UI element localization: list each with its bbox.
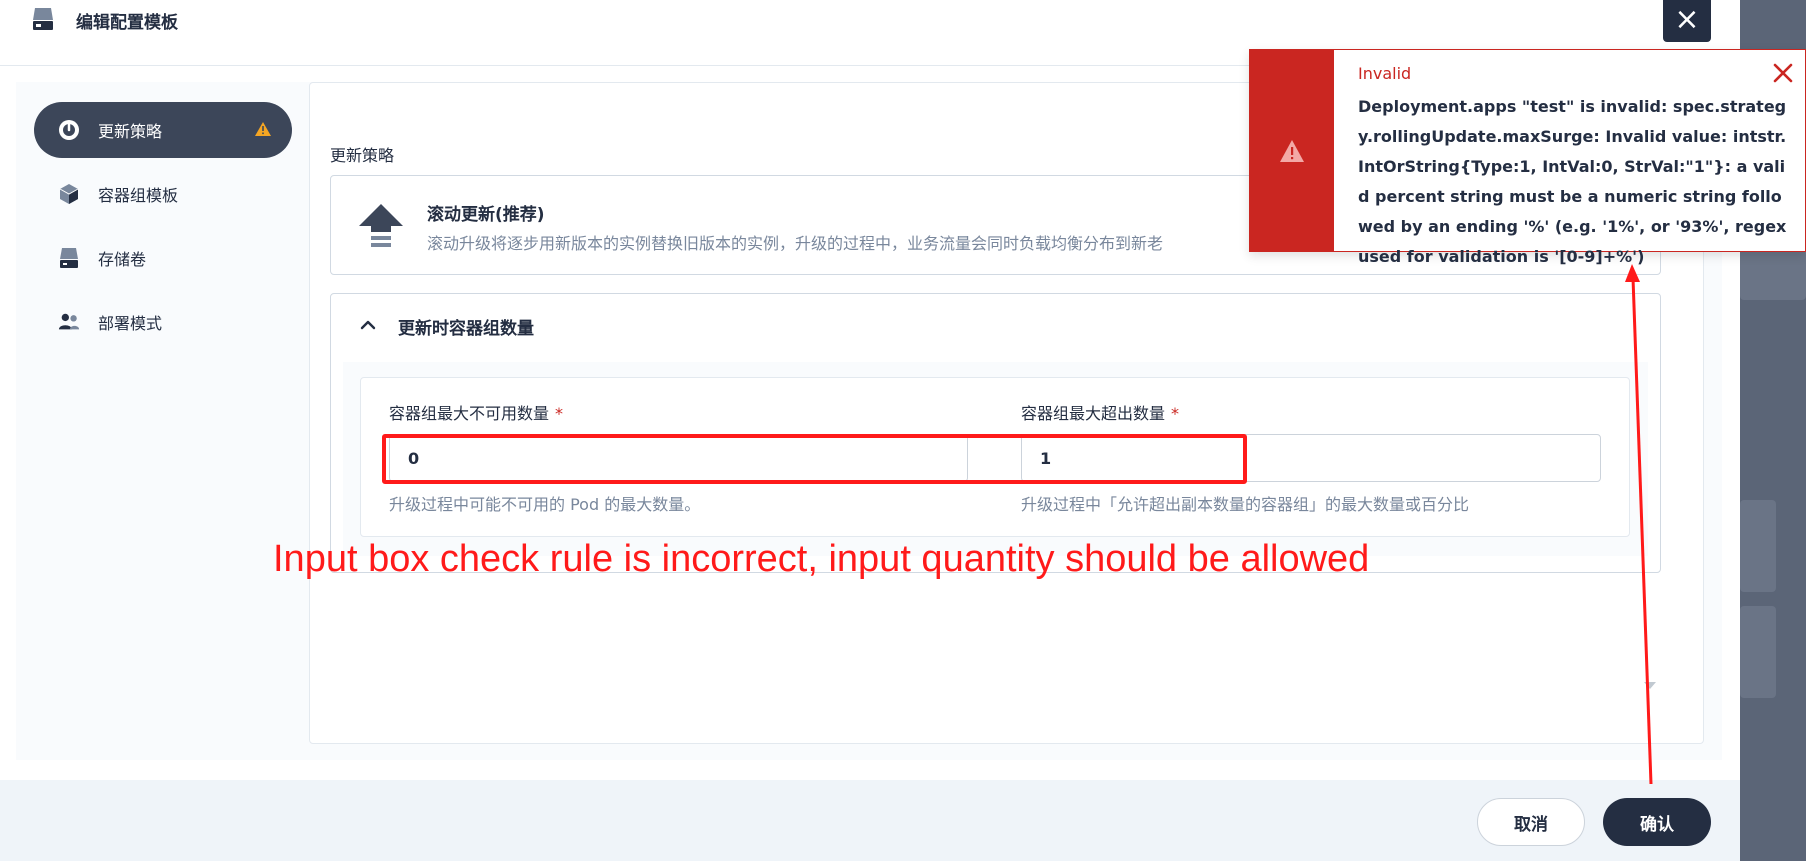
strategy-description: 滚动升级将逐步用新版本的实例替换旧版本的实例，升级的过程中，业务流量会同时负载均… <box>427 234 1164 253</box>
background-card <box>1740 500 1776 592</box>
section-label: 更新策略 <box>330 146 395 165</box>
confirm-button[interactable]: 确认 <box>1603 798 1711 846</box>
cancel-button[interactable]: 取消 <box>1477 798 1585 846</box>
notification-title: Invalid <box>1358 64 1412 83</box>
sidebar-item-label: 容器组模板 <box>98 186 179 205</box>
sidebar-item-volumes[interactable]: 存储卷 <box>34 230 292 286</box>
annotation-text: Input box check rule is incorrect, input… <box>273 538 1370 580</box>
alert-triangle-icon <box>1280 140 1304 162</box>
close-icon: × <box>1674 2 1700 37</box>
chevron-up-icon <box>360 320 376 330</box>
pod-count-title: 更新时容器组数量 <box>398 319 534 339</box>
notification-message: Deployment.apps "test" is invalid: spec.… <box>1358 97 1787 266</box>
notification-close-icon[interactable] <box>1770 60 1796 86</box>
max-surge-input[interactable] <box>1021 434 1601 482</box>
users-icon <box>58 311 80 333</box>
sidebar-item-label: 存储卷 <box>98 250 147 269</box>
disk-icon <box>58 247 80 269</box>
sidebar-item-label: 更新策略 <box>98 122 163 141</box>
background-card <box>1740 606 1776 698</box>
storage-icon <box>33 8 53 30</box>
notification-side-bar <box>1250 50 1334 251</box>
modal-title: 编辑配置模板 <box>76 13 178 33</box>
warning-icon <box>255 122 271 136</box>
max-unavailable-label: 容器组最大不可用数量 * <box>389 404 564 423</box>
scroll-down-arrow[interactable] <box>1644 682 1656 689</box>
sidebar-item-deploy-mode[interactable]: 部署模式 <box>34 294 292 350</box>
upload-arrow-icon <box>359 204 403 247</box>
error-notification: Invalid Deployment.apps "test" is invali… <box>1249 49 1806 266</box>
cube-icon <box>58 183 80 205</box>
pod-count-panel-header[interactable]: 更新时容器组数量 <box>331 294 1660 356</box>
sidebar-item-update-strategy[interactable]: 更新策略 <box>34 102 292 158</box>
sidebar-item-label: 部署模式 <box>98 314 163 333</box>
strategy-title: 滚动更新(推荐) <box>427 205 545 225</box>
max-surge-label: 容器组最大超出数量 * <box>1021 404 1180 423</box>
gauge-icon <box>58 119 80 141</box>
sidebar-item-pod-template[interactable]: 容器组模板 <box>34 166 292 222</box>
max-surge-help: 升级过程中「允许超出副本数量的容器组」的最大数量或百分比 <box>1021 495 1470 514</box>
max-unavailable-help: 升级过程中可能不可用的 Pod 的最大数量。 <box>389 495 701 514</box>
sidebar: 更新策略 容器组模板 存储卷 部署模式 <box>34 102 292 358</box>
close-button[interactable]: × <box>1663 0 1711 42</box>
max-unavailable-input[interactable] <box>389 434 968 482</box>
